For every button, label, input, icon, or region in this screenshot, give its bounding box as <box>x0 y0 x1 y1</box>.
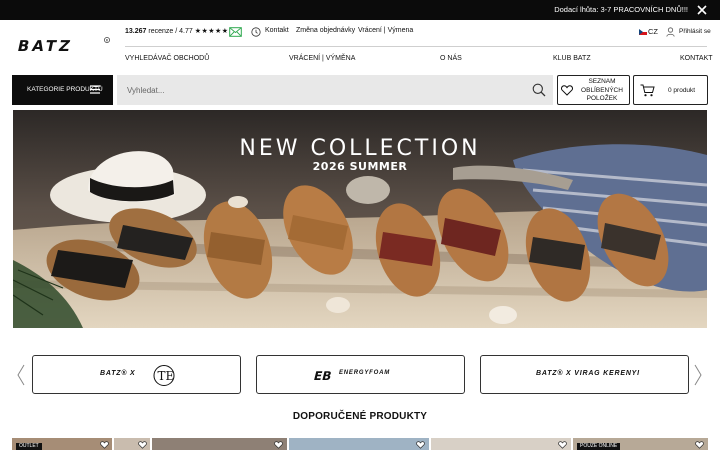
heart-icon[interactable] <box>100 441 109 449</box>
product-card[interactable]: OUTLET <box>12 438 112 450</box>
delivery-notice: Dodací lhůta: 3-7 PRACOVNÍCH DNŮ!!! <box>554 5 688 14</box>
user-icon[interactable] <box>666 27 675 37</box>
hero-title: NEW COLLECTION <box>239 136 481 161</box>
product-badge: POUZE ONLINE <box>577 443 621 450</box>
nav-about[interactable]: O NÁS <box>440 55 462 62</box>
product-card[interactable] <box>431 438 571 450</box>
brand-label: ENERGYFOAM <box>339 370 391 376</box>
product-strip: OUTLET POUZE ONLINE <box>12 438 708 450</box>
te-monogram-icon: TE <box>153 365 175 386</box>
batz-logo[interactable]: BATZ R <box>14 36 112 54</box>
language-selector[interactable]: CZ <box>648 27 658 39</box>
heart-icon[interactable] <box>274 441 283 449</box>
reviews-summary[interactable]: 13.267 recenze / 4.77 ★★★★★ <box>125 27 229 39</box>
order-change-link[interactable]: Změna objednávky <box>296 27 355 39</box>
reviews-count: 13.267 <box>125 28 147 35</box>
product-card[interactable] <box>289 438 429 450</box>
favorites-label: SEZNAM OBLÍBENÝCH POLOŽEK <box>581 78 623 102</box>
search-icon[interactable] <box>532 83 546 97</box>
svg-text:TE: TE <box>158 369 175 383</box>
cart-count: 0 produkt <box>668 87 696 94</box>
product-card[interactable]: POUZE ONLINE <box>573 438 708 450</box>
reviews-rating: recenze / 4.77 <box>146 28 195 35</box>
info-icon <box>251 27 261 37</box>
product-card[interactable] <box>114 438 150 450</box>
categories-button[interactable]: KATEGORIE PRODUKTŮ <box>12 75 113 105</box>
top-notice-bar: Dodací lhůta: 3-7 PRACOVNÍCH DNŮ!!! <box>0 0 720 20</box>
brand-card-energyfoam[interactable]: EB ENERGYFOAM <box>256 355 465 394</box>
brand-label: BATZ® X VIRAG KERENYI <box>536 370 640 377</box>
nav-contact[interactable]: KONTAKT <box>680 55 713 62</box>
chevron-right-icon[interactable] <box>693 364 703 386</box>
nav-store-finder[interactable]: VYHLEDÁVAČ OBCHODŮ <box>125 55 209 62</box>
brand-card-virag-kerenyi[interactable]: BATZ® X VIRAG KERENYI <box>480 355 689 394</box>
nav-club[interactable]: KLUB BATZ <box>553 55 591 62</box>
hero-subtitle: 2026 SUMMER <box>312 160 408 173</box>
close-icon[interactable] <box>696 4 708 16</box>
login-link[interactable]: Přihlásit se <box>679 28 711 40</box>
svg-text:BATZ: BATZ <box>16 37 75 54</box>
mail-icon[interactable] <box>229 27 242 37</box>
heart-icon[interactable] <box>695 441 704 449</box>
brand-card-te[interactable]: BATZ® X TE <box>32 355 241 394</box>
main-nav: VYHLEDÁVAČ OBCHODŮ VRÁCENÍ | VÝMĚNA O NÁ… <box>125 55 713 65</box>
search-bar <box>117 75 553 105</box>
heart-icon <box>561 85 573 96</box>
hero-banner[interactable]: NEW COLLECTION 2026 SUMMER <box>13 110 707 328</box>
heart-icon[interactable] <box>138 441 147 449</box>
svg-text:R: R <box>106 38 109 42</box>
returns-link[interactable]: Vrácení | Výmena <box>358 27 413 39</box>
heart-icon[interactable] <box>558 441 567 449</box>
product-card[interactable] <box>152 438 287 450</box>
favorites-button[interactable]: SEZNAM OBLÍBENÝCH POLOŽEK <box>557 75 630 105</box>
header-divider <box>125 46 707 47</box>
menu-icon <box>90 85 100 94</box>
header-contact-link[interactable]: Kontakt <box>265 27 289 39</box>
search-input[interactable] <box>117 75 517 105</box>
chevron-left-icon[interactable] <box>16 364 26 386</box>
product-badge: OUTLET <box>16 443 42 450</box>
rating-stars: ★★★★★ <box>194 28 229 35</box>
flag-icon <box>639 29 647 35</box>
cart-icon <box>640 84 655 97</box>
svg-text:EB: EB <box>312 369 333 383</box>
cart-button[interactable]: 0 produkt <box>633 75 708 105</box>
recommended-products-title: DOPORUČENÉ PRODUKTY <box>292 411 428 422</box>
nav-returns[interactable]: VRÁCENÍ | VÝMĚNA <box>289 55 355 62</box>
heart-icon[interactable] <box>416 441 425 449</box>
